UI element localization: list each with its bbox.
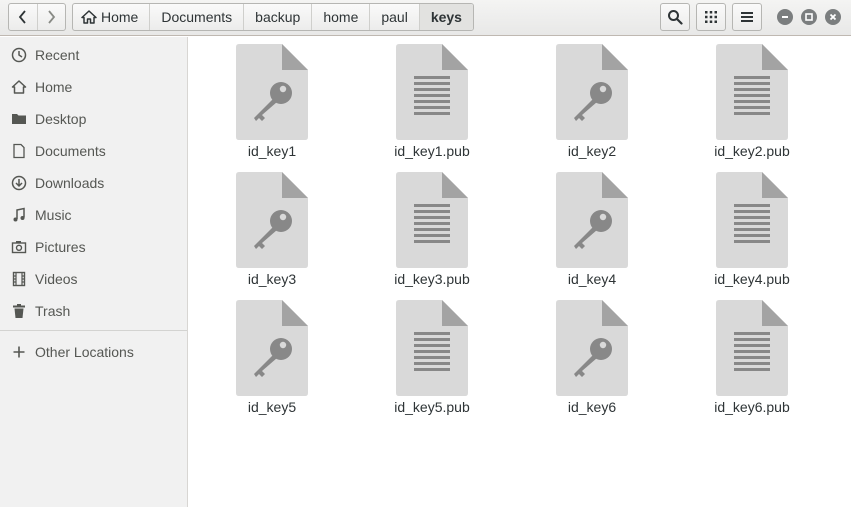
- film-icon: [10, 270, 28, 288]
- file-name: id_key1: [247, 143, 297, 159]
- file-name: id_key6.pub: [714, 399, 790, 415]
- minimize-icon: [782, 16, 788, 18]
- breadcrumb-keys[interactable]: keys: [419, 4, 473, 30]
- sidebar: Recent Home Desktop Documents Downloads …: [0, 37, 188, 507]
- file-item[interactable]: id_key3: [192, 165, 352, 289]
- file-item[interactable]: id_key6.pub: [672, 293, 832, 417]
- file-name: id_key6: [567, 399, 617, 415]
- breadcrumb-home[interactable]: Home: [73, 4, 151, 30]
- file-name: id_key4: [567, 271, 617, 287]
- file-item[interactable]: id_key5.pub: [352, 293, 512, 417]
- music-icon: [10, 206, 28, 224]
- chevron-left-icon: [18, 10, 26, 24]
- breadcrumb: Home Documents backup home paul keys: [72, 3, 474, 31]
- sidebar-item-videos[interactable]: Videos: [0, 265, 187, 293]
- file-item[interactable]: id_key2.pub: [672, 37, 832, 161]
- text-file-icon: [716, 44, 788, 140]
- sidebar-item-documents[interactable]: Documents: [0, 137, 187, 165]
- text-file-icon: [396, 300, 468, 396]
- file-name: id_key5: [247, 399, 297, 415]
- file-name: id_key4.pub: [714, 271, 790, 287]
- view-toggle-button[interactable]: [696, 3, 726, 31]
- file-name: id_key3: [247, 271, 297, 287]
- file-item[interactable]: id_key3.pub: [352, 165, 512, 289]
- file-name: id_key2: [567, 143, 617, 159]
- close-icon: [829, 13, 837, 21]
- file-item[interactable]: id_key4: [512, 165, 672, 289]
- back-button[interactable]: [9, 4, 37, 30]
- chevron-right-icon: [48, 10, 56, 24]
- close-button[interactable]: [825, 9, 841, 25]
- breadcrumb-home-dir[interactable]: home: [312, 4, 371, 30]
- key-file-icon: [556, 300, 628, 396]
- document-icon: [10, 142, 28, 160]
- sidebar-item-desktop[interactable]: Desktop: [0, 105, 187, 133]
- sidebar-item-home[interactable]: Home: [0, 73, 187, 101]
- plus-icon: [10, 343, 28, 361]
- minimize-button[interactable]: [777, 9, 793, 25]
- clock-icon: [10, 46, 28, 64]
- header-bar: Home Documents backup home paul keys: [0, 0, 851, 36]
- sidebar-item-recent[interactable]: Recent: [0, 41, 187, 69]
- file-grid: id_key1 id_key1.pub id_key2 id_key2.pub …: [188, 37, 851, 507]
- breadcrumb-paul[interactable]: paul: [370, 4, 420, 30]
- text-file-icon: [396, 44, 468, 140]
- menu-button[interactable]: [732, 3, 762, 31]
- camera-icon: [10, 238, 28, 256]
- file-name: id_key3.pub: [394, 271, 470, 287]
- file-name: id_key5.pub: [394, 399, 470, 415]
- breadcrumb-documents[interactable]: Documents: [150, 4, 245, 30]
- file-item[interactable]: id_key4.pub: [672, 165, 832, 289]
- folder-icon: [10, 110, 28, 128]
- maximize-button[interactable]: [801, 9, 817, 25]
- forward-button[interactable]: [36, 4, 66, 30]
- file-item[interactable]: id_key5: [192, 293, 352, 417]
- hamburger-icon: [741, 12, 753, 22]
- search-icon: [668, 10, 683, 25]
- download-icon: [10, 174, 28, 192]
- text-file-icon: [716, 300, 788, 396]
- sidebar-item-other-locations[interactable]: Other Locations: [0, 338, 187, 366]
- navigation-buttons: [8, 3, 66, 31]
- sidebar-item-music[interactable]: Music: [0, 201, 187, 229]
- sidebar-item-trash[interactable]: Trash: [0, 297, 187, 325]
- file-item[interactable]: id_key1: [192, 37, 352, 161]
- file-item[interactable]: id_key1.pub: [352, 37, 512, 161]
- sidebar-item-pictures[interactable]: Pictures: [0, 233, 187, 261]
- key-file-icon: [236, 172, 308, 268]
- grid-icon: [705, 11, 717, 23]
- home-icon: [81, 10, 97, 24]
- maximize-icon: [805, 13, 813, 21]
- trash-icon: [10, 302, 28, 320]
- breadcrumb-backup[interactable]: backup: [244, 4, 313, 30]
- sidebar-item-downloads[interactable]: Downloads: [0, 169, 187, 197]
- home-icon: [10, 78, 28, 96]
- text-file-icon: [396, 172, 468, 268]
- file-item[interactable]: id_key2: [512, 37, 672, 161]
- file-name: id_key1.pub: [394, 143, 470, 159]
- search-button[interactable]: [660, 3, 690, 31]
- key-file-icon: [236, 44, 308, 140]
- key-file-icon: [556, 44, 628, 140]
- key-file-icon: [236, 300, 308, 396]
- key-file-icon: [556, 172, 628, 268]
- file-name: id_key2.pub: [714, 143, 790, 159]
- file-item[interactable]: id_key6: [512, 293, 672, 417]
- sidebar-divider: [0, 330, 187, 331]
- text-file-icon: [716, 172, 788, 268]
